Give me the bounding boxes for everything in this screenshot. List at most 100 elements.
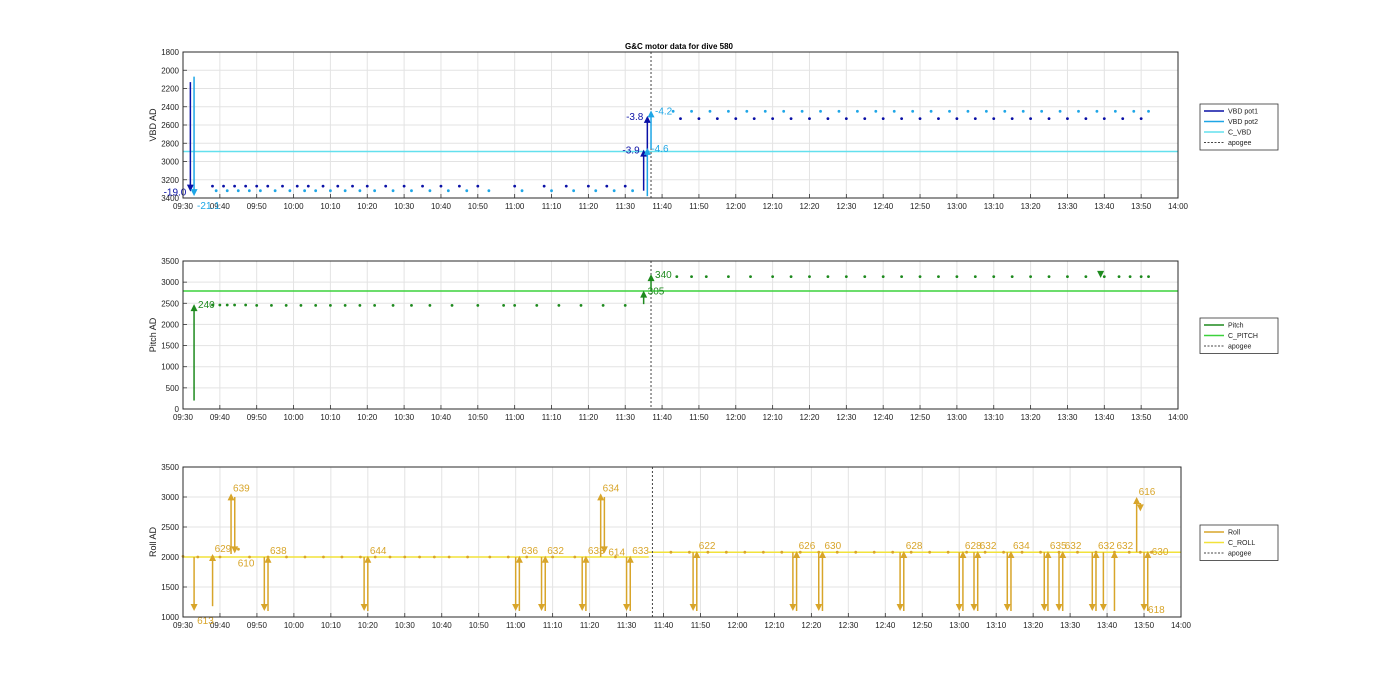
- data-point-pitch: [704, 275, 708, 279]
- x-tick-label: 12:40: [873, 202, 894, 211]
- x-tick-label: 12:00: [726, 413, 747, 422]
- legend-label: VBD pot1: [1228, 109, 1258, 116]
- data-point-vbd-pot2: [819, 109, 822, 113]
- x-tick-label: 10:50: [469, 621, 490, 630]
- data-point-vbd-pot1: [992, 117, 996, 121]
- data-point-pitch: [476, 304, 480, 307]
- data-point-pitch: [270, 304, 273, 307]
- arrow-label: 613: [197, 616, 214, 627]
- x-tick-label: 10:30: [394, 413, 415, 422]
- data-point-pitch: [513, 304, 517, 307]
- x-tick-label: 10:00: [284, 413, 305, 422]
- x-tick-label: 12:30: [838, 621, 859, 630]
- data-point-vbd-pot1: [402, 184, 406, 188]
- data-point-roll: [303, 555, 307, 559]
- arrow-label: -4.6: [651, 144, 669, 155]
- data-point-pitch: [225, 303, 229, 307]
- data-point-vbd-pot2: [690, 109, 693, 113]
- data-point-pitch: [1084, 275, 1088, 279]
- data-point-roll: [506, 555, 510, 559]
- x-tick-label: 12:30: [836, 202, 857, 211]
- data-point-pitch: [218, 303, 222, 307]
- x-tick-label: 11:20: [580, 621, 600, 630]
- data-point-vbd-pot1: [336, 184, 340, 188]
- data-point-vbd-pot1: [211, 184, 214, 188]
- data-point-pitch: [973, 275, 977, 279]
- x-tick-label: 10:30: [394, 202, 415, 211]
- x-tick-label: 12:20: [799, 202, 820, 211]
- data-point-vbd-pot1: [881, 117, 885, 121]
- data-point-pitch: [557, 304, 561, 307]
- x-tick-label: 13:30: [1057, 413, 1078, 422]
- data-point-vbd-pot1: [1029, 117, 1032, 121]
- data-point-vbd-pot2: [572, 189, 576, 193]
- data-point-roll: [761, 550, 765, 554]
- arrow-label: 629: [215, 544, 232, 555]
- arrow-label: -4.2: [655, 106, 673, 117]
- data-point-roll: [946, 550, 950, 554]
- data-point-pitch: [314, 304, 318, 307]
- data-point-vbd-pot2: [314, 189, 318, 193]
- data-point-pitch: [233, 303, 236, 307]
- arrow-label: 632: [1065, 541, 1082, 552]
- data-point-vbd-pot1: [771, 117, 775, 121]
- data-point-pitch: [844, 275, 848, 279]
- y-tick-label: 3500: [161, 463, 179, 472]
- x-tick-label: 10:10: [321, 621, 342, 630]
- plot-area: [183, 261, 1178, 409]
- x-tick-label: 10:40: [432, 621, 453, 630]
- data-point-pitch: [1117, 275, 1121, 279]
- data-point-vbd-pot2: [358, 189, 362, 193]
- y-tick-label: 2000: [161, 553, 179, 562]
- data-point-vbd-pot1: [918, 117, 922, 121]
- data-point-vbd-pot1: [697, 117, 701, 121]
- arrow-label: 636: [521, 546, 538, 557]
- y-tick-label: 2200: [161, 85, 179, 94]
- data-point-roll: [447, 555, 451, 559]
- x-tick-label: 11:30: [617, 621, 637, 630]
- x-tick-label: 10:50: [468, 202, 489, 211]
- data-point-vbd-pot2: [273, 189, 277, 193]
- y-tick-label: 1000: [161, 613, 179, 622]
- data-point-pitch: [410, 304, 413, 307]
- y-tick-label: 2000: [161, 320, 179, 329]
- x-tick-label: 13:30: [1057, 202, 1078, 211]
- data-point-roll: [322, 555, 325, 559]
- data-point-vbd-pot2: [1003, 109, 1007, 113]
- x-tick-label: 11:40: [652, 413, 672, 422]
- x-tick-label: 13:20: [1023, 621, 1044, 630]
- data-point-roll: [340, 555, 344, 559]
- x-tick-label: 11:50: [691, 621, 711, 630]
- data-point-pitch: [373, 304, 377, 307]
- x-tick-label: 14:00: [1168, 413, 1189, 422]
- x-tick-label: 13:10: [986, 621, 1007, 630]
- data-point-pitch: [299, 304, 303, 307]
- x-tick-label: 10:30: [395, 621, 416, 630]
- y-axis-label: VBD AD: [148, 108, 158, 142]
- data-point-vbd-pot1: [1121, 117, 1125, 121]
- data-point-vbd-pot1: [1047, 117, 1051, 121]
- data-point-vbd-pot1: [542, 184, 546, 188]
- data-point-pitch: [502, 304, 506, 307]
- legend-label: VBD pot2: [1228, 119, 1258, 126]
- data-point-vbd-pot1: [1084, 117, 1088, 121]
- data-point-vbd-pot2: [892, 109, 896, 113]
- x-tick-label: 11:00: [505, 413, 525, 422]
- x-tick-label: 11:40: [654, 621, 674, 630]
- data-point-roll: [854, 550, 858, 554]
- data-point-pitch: [955, 275, 959, 279]
- arrow-label: 614: [608, 547, 625, 558]
- x-tick-label: 09:50: [247, 413, 268, 422]
- data-point-pitch: [1128, 275, 1132, 279]
- data-point-pitch: [450, 304, 454, 307]
- data-point-pitch: [244, 303, 248, 307]
- legend: Roll C_ROLLapogee: [1199, 524, 1279, 561]
- data-point-roll: [573, 555, 577, 559]
- y-tick-label: 3000: [161, 278, 179, 287]
- y-tick-label: 3500: [161, 257, 179, 266]
- x-tick-label: 13:40: [1094, 413, 1115, 422]
- arrow-label: 634: [603, 483, 620, 494]
- data-point-vbd-pot2: [225, 189, 229, 193]
- data-point-vbd-pot2: [428, 189, 432, 193]
- arrow-label: 622: [699, 541, 716, 552]
